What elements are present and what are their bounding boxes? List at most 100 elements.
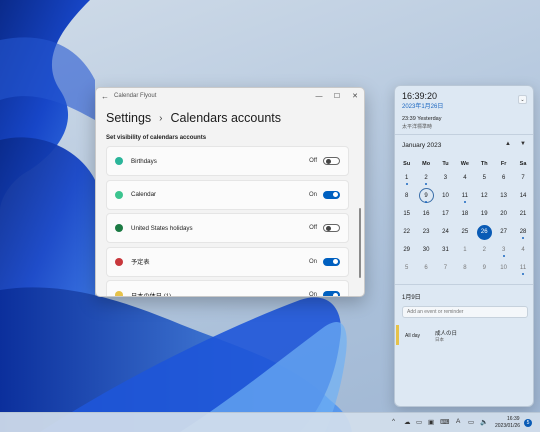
calendar-day[interactable]: 6 <box>416 259 435 277</box>
calendar-day[interactable]: 10 <box>436 187 455 205</box>
weekday-label: Sa <box>519 161 527 167</box>
back-arrow-icon[interactable]: ← <box>96 92 114 101</box>
month-label[interactable]: January 2023 <box>402 142 441 149</box>
calendar-day[interactable]: 10 <box>494 259 513 277</box>
weekday-label: Fr <box>500 161 507 167</box>
calendar-day[interactable]: 7 <box>513 169 532 187</box>
calendar-name: Birthdays <box>131 157 157 165</box>
additional-clock-zone: 太平洋標準時 <box>402 124 433 130</box>
additional-clock-time: 23:39 Yesterday <box>402 116 442 122</box>
calendar-day[interactable]: 21 <box>513 205 532 223</box>
calendar-day[interactable]: 4 <box>455 169 474 187</box>
calendar-day[interactable]: 2 <box>416 169 435 187</box>
event-title[interactable]: 成人の日 <box>435 329 457 337</box>
taskbar-date[interactable]: 2023/01/26 <box>495 423 520 429</box>
clock-time: 16:39:20 <box>402 91 438 101</box>
previous-month-icon[interactable]: ▲ <box>505 141 511 147</box>
calendar-day[interactable]: 5 <box>397 259 416 277</box>
calendar-day[interactable]: 30 <box>416 241 435 259</box>
minimize-icon[interactable]: — <box>310 93 328 100</box>
calendar-day[interactable]: 15 <box>397 205 416 223</box>
clock-date[interactable]: 2023年1月26日 <box>402 101 443 110</box>
calendar-day[interactable]: 26 <box>475 223 494 241</box>
calendar-day[interactable]: 19 <box>475 205 494 223</box>
calendar-row: 予定表 On <box>106 246 349 277</box>
weekday-label: Tu <box>442 161 449 167</box>
calendar-day[interactable]: 27 <box>494 223 513 241</box>
visibility-toggle[interactable] <box>323 257 340 266</box>
calendar-name: 日本の休日 (1) <box>131 292 172 297</box>
toggle-state-label: On <box>308 258 317 265</box>
visibility-toggle[interactable] <box>323 157 340 165</box>
calendar-day[interactable]: 12 <box>475 187 494 205</box>
calendar-day[interactable]: 25 <box>455 223 474 241</box>
visibility-toggle[interactable] <box>323 224 340 232</box>
taskbar-tray: ^ ☁ ▭ ▣ ⌨ A ▭ 🔈 16:39 2023/01/26 5 <box>0 412 540 432</box>
calendar-week: 1234567 <box>397 169 533 187</box>
calendar-day[interactable]: 9 <box>416 187 435 205</box>
toggle-state-label: On <box>308 292 317 297</box>
calendar-day[interactable]: 31 <box>436 241 455 259</box>
calendar-day[interactable]: 3 <box>436 169 455 187</box>
calendar-day[interactable]: 28 <box>513 223 532 241</box>
calendar-day[interactable]: 5 <box>475 169 494 187</box>
calendar-day[interactable]: 11 <box>455 187 474 205</box>
calendar-day[interactable]: 22 <box>397 223 416 241</box>
onedrive-icon[interactable]: ☁ <box>404 418 411 426</box>
calendar-day[interactable]: 4 <box>513 241 532 259</box>
event-calendar: 日本 <box>435 337 444 342</box>
volume-icon[interactable]: 🔈 <box>480 418 488 426</box>
calendar-day[interactable]: 14 <box>513 187 532 205</box>
taskbar-time[interactable]: 16:39 <box>507 416 520 422</box>
calendar-day[interactable]: 3 <box>494 241 513 259</box>
selected-date-label: 1月9日 <box>402 295 421 301</box>
calendar-day[interactable]: 11 <box>513 259 532 277</box>
event-input[interactable]: Add an event or reminder <box>402 306 528 318</box>
calendar-day[interactable]: 17 <box>436 205 455 223</box>
chevron-right-icon: › <box>159 112 163 124</box>
calendar-day[interactable]: 29 <box>397 241 416 259</box>
visibility-toggle[interactable] <box>323 291 340 296</box>
notification-badge[interactable]: 5 <box>524 419 532 427</box>
title-bar: ← Calendar Flyout — ☐ ✕ <box>96 88 364 104</box>
window-title: Calendar Flyout <box>114 93 157 99</box>
calendar-day[interactable]: 20 <box>494 205 513 223</box>
close-icon[interactable]: ✕ <box>346 92 364 100</box>
calendar-day[interactable]: 1 <box>455 241 474 259</box>
calendar-day[interactable]: 6 <box>494 169 513 187</box>
calendar-day[interactable]: 18 <box>455 205 474 223</box>
section-heading: Set visibility of calendars accounts <box>106 135 207 141</box>
collapse-button[interactable]: ⌄ <box>518 95 527 104</box>
event-dot <box>522 237 525 239</box>
calendar-day[interactable]: 9 <box>475 259 494 277</box>
visibility-toggle[interactable] <box>323 190 340 199</box>
calendar-day[interactable]: 24 <box>436 223 455 241</box>
maximize-icon[interactable]: ☐ <box>328 92 346 100</box>
breadcrumb-settings[interactable]: Settings <box>106 111 151 125</box>
calendar-day[interactable]: 16 <box>416 205 435 223</box>
page-title: Calendars accounts <box>170 111 281 125</box>
calendar-day[interactable]: 13 <box>494 187 513 205</box>
event-dot <box>502 255 505 257</box>
calendar-color-dot <box>115 190 123 199</box>
event-dot <box>405 183 408 185</box>
settings-app-icon[interactable]: ▣ <box>428 418 434 426</box>
calendar-day[interactable]: 2 <box>475 241 494 259</box>
calendar-grid: Su Mo Tu We Th Fr Sa 1 2 3 4 5 6 7 8 9 10 11 12 13 14 15 16 17 1… <box>397 159 533 277</box>
calendar-day[interactable]: 23 <box>416 223 435 241</box>
chevron-up-icon[interactable]: ^ <box>392 418 395 425</box>
next-month-icon[interactable]: ▼ <box>520 141 526 147</box>
calendar-week: 29 30 31 1 2 3 4 <box>397 241 533 259</box>
calendar-day[interactable]: 1 <box>397 169 416 187</box>
keyboard-icon[interactable]: ⌨ <box>440 418 449 426</box>
network-icon[interactable]: ▭ <box>468 418 474 426</box>
folder-icon[interactable]: ▭ <box>416 418 422 426</box>
breadcrumb: Settings › Calendars accounts <box>96 104 364 132</box>
ime-mode[interactable]: A <box>456 418 460 425</box>
calendar-day[interactable]: 8 <box>397 187 416 205</box>
calendar-day[interactable]: 8 <box>455 259 474 277</box>
calendar-week: 5 6 7 8 9 10 11 <box>397 259 533 277</box>
scrollbar[interactable] <box>359 208 361 278</box>
calendar-day[interactable]: 7 <box>436 259 455 277</box>
settings-window: ← Calendar Flyout — ☐ ✕ Settings › Calen… <box>95 87 365 297</box>
